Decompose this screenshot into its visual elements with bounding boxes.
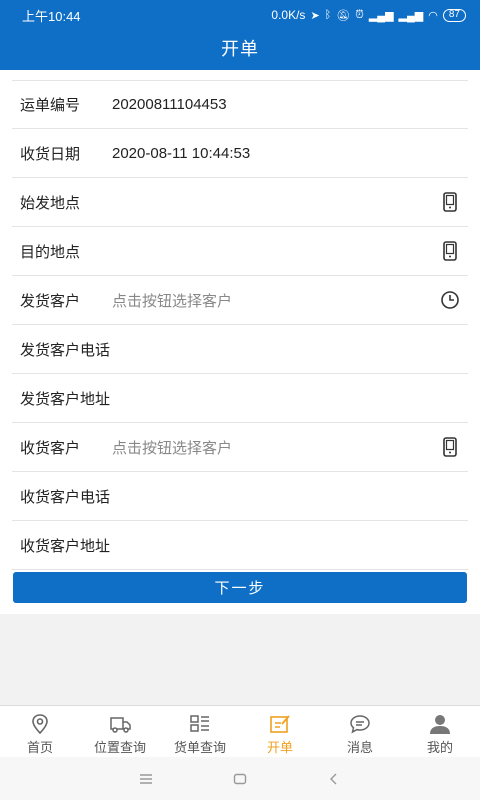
phone-book-icon[interactable] <box>440 192 460 212</box>
mute-bell-icon: 🔕︎ <box>336 9 351 22</box>
tab-location-query[interactable]: 位置查询 <box>80 706 160 757</box>
form-label: 收货客户 <box>20 439 81 457</box>
wifi-icon: ◠ <box>428 9 438 22</box>
shipper-select-field[interactable]: 点击按钮选择客户 <box>112 290 440 311</box>
signal-icon-2: ▂▄▆ <box>398 9 424 22</box>
tab-label: 我的 <box>426 740 453 755</box>
tab-messages[interactable]: 消息 <box>320 706 400 757</box>
tab-create-order[interactable]: 开单 <box>240 706 320 757</box>
form-row-shipper-address[interactable]: 发货客户地址 <box>12 374 468 423</box>
back-icon[interactable] <box>327 773 341 785</box>
tab-label: 开单 <box>266 740 293 755</box>
form-label: 收货日期 <box>20 145 81 163</box>
battery-icon: 87 <box>442 8 466 22</box>
form-label: 收货客户地址 <box>20 537 111 555</box>
phone-book-icon[interactable] <box>440 437 460 457</box>
form-row-receive-date[interactable]: 收货日期 2020-08-11 10:44:53 <box>12 129 468 178</box>
form-row-destination[interactable]: 目的地点 <box>12 227 468 276</box>
clock-icon[interactable] <box>440 290 460 310</box>
bottom-tab-bar: 首页 位置查询 货单查询 开单 消息 我的 <box>0 705 480 757</box>
tab-profile[interactable]: 我的 <box>400 706 480 757</box>
system-nav-bar <box>0 757 480 800</box>
form-row-origin[interactable]: 始发地点 <box>12 178 468 227</box>
tab-waybill-query[interactable]: 货单查询 <box>160 706 240 757</box>
phone-book-icon[interactable] <box>440 241 460 261</box>
form-label: 收货客户电话 <box>20 488 111 506</box>
receive-date-value[interactable]: 2020-08-11 10:44:53 <box>112 145 460 162</box>
order-form: 运单编号 20200811104453 收货日期 2020-08-11 10:4… <box>12 80 468 570</box>
status-icons: 0.0K/s ➤ ᛒ 🔕︎ ⏰︎ ▂▄▆ ▂▄▆ ◠ 87 <box>271 8 466 22</box>
form-row-consignee[interactable]: 收货客户 点击按钮选择客户 <box>12 423 468 472</box>
network-speed: 0.0K/s <box>271 8 306 22</box>
form-label: 发货客户地址 <box>20 390 111 408</box>
waybill-number-value: 20200811104453 <box>112 96 227 113</box>
next-step-button[interactable]: 下一步 <box>13 572 467 603</box>
home-icon[interactable] <box>233 773 247 785</box>
form-row-waybill-number: 运单编号 20200811104453 <box>12 80 468 129</box>
page-title: 开单 <box>221 39 259 59</box>
bluetooth-icon: ᛒ <box>324 9 332 21</box>
chat-bubble-icon <box>350 715 370 734</box>
location-arrow-icon: ➤ <box>310 9 320 22</box>
form-label: 发货客户电话 <box>20 341 111 359</box>
form-row-shipper-phone[interactable]: 发货客户电话 <box>12 325 468 374</box>
tab-label: 消息 <box>346 740 373 755</box>
menu-icon[interactable] <box>139 773 153 785</box>
list-grid-icon <box>190 715 209 732</box>
alarm-icon: ⏰︎ <box>355 8 364 21</box>
signal-icon: ▂▄▆ <box>368 9 394 22</box>
tab-label: 首页 <box>26 740 53 755</box>
form-label: 运单编号 <box>20 97 81 114</box>
user-icon <box>430 715 450 734</box>
tab-home[interactable]: 首页 <box>0 706 80 757</box>
app-header: 上午10:44 0.0K/s ➤ ᛒ 🔕︎ ⏰︎ ▂▄▆ ▂▄▆ ◠ 87 开单 <box>0 0 480 70</box>
form-row-consignee-address[interactable]: 收货客户地址 <box>12 521 468 570</box>
form-label: 发货客户 <box>20 292 81 310</box>
tab-label: 货单查询 <box>173 740 226 755</box>
location-pin-icon <box>32 714 48 735</box>
form-row-consignee-phone[interactable]: 收货客户电话 <box>12 472 468 521</box>
status-time: 上午10:44 <box>22 8 81 24</box>
form-row-shipper[interactable]: 发货客户 点击按钮选择客户 <box>12 276 468 325</box>
edit-note-icon <box>270 715 290 733</box>
status-bar: 上午10:44 0.0K/s ➤ ᛒ 🔕︎ ⏰︎ ▂▄▆ ▂▄▆ ◠ 87 <box>0 0 480 30</box>
form-label: 始发地点 <box>20 194 81 212</box>
consignee-select-field[interactable]: 点击按钮选择客户 <box>112 437 440 458</box>
truck-icon <box>110 717 131 733</box>
form-label: 目的地点 <box>20 243 81 261</box>
tab-label: 位置查询 <box>93 740 146 755</box>
